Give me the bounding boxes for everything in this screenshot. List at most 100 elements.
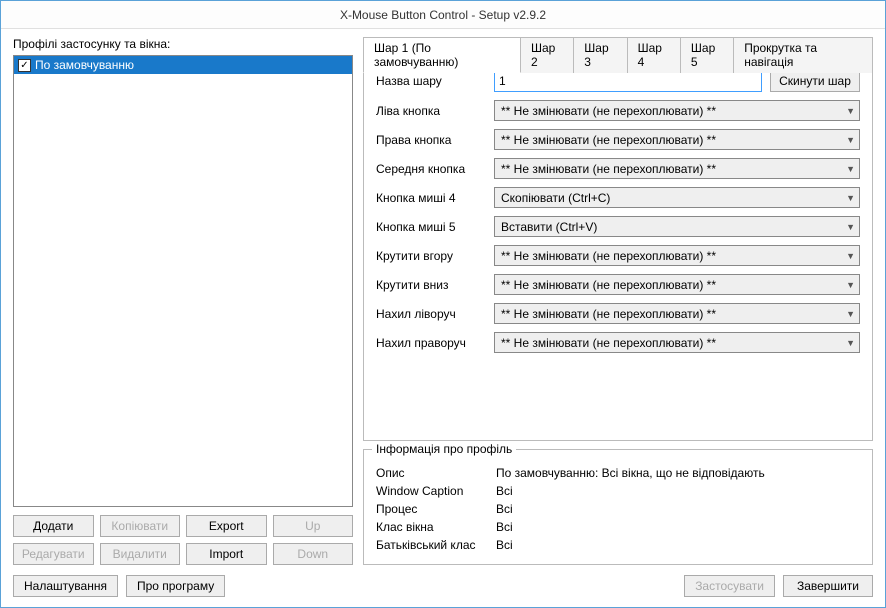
left-pane: Профілі застосунку та вікна: ✓ По замовч… (13, 37, 353, 565)
select-value: Вставити (Ctrl+V) (501, 220, 597, 234)
label-scroll-down: Крутити вниз (376, 278, 486, 292)
info-desc-label: Опис (376, 466, 496, 480)
select-tilt-left[interactable]: ** Не змінювати (не перехоплювати) ** ▼ (494, 303, 860, 324)
profile-name: По замовчуванню (35, 58, 134, 72)
profile-item-default[interactable]: ✓ По замовчуванню (14, 56, 352, 74)
info-process-value: Всі (496, 502, 513, 516)
close-button[interactable]: Завершити (783, 575, 873, 597)
add-button[interactable]: Додати (13, 515, 94, 537)
label-left-button: Ліва кнопка (376, 104, 486, 118)
down-button: Down (273, 543, 354, 565)
bottom-left-buttons: Налаштування Про програму (13, 575, 225, 597)
title-bar[interactable]: X-Mouse Button Control - Setup v2.9.2 (1, 1, 885, 29)
select-middle-button[interactable]: ** Не змінювати (не перехоплювати) ** ▼ (494, 158, 860, 179)
label-layer-name: Назва шару (376, 74, 486, 88)
label-middle-button: Середня кнопка (376, 162, 486, 176)
select-value: ** Не змінювати (не перехоплювати) ** (501, 278, 716, 292)
select-scroll-down[interactable]: ** Не змінювати (не перехоплювати) ** ▼ (494, 274, 860, 295)
select-scroll-up[interactable]: ** Не змінювати (не перехоплювати) ** ▼ (494, 245, 860, 266)
select-left-button[interactable]: ** Не змінювати (не перехоплювати) ** ▼ (494, 100, 860, 121)
bottom-bar: Налаштування Про програму Застосувати За… (13, 575, 873, 597)
chevron-down-icon: ▼ (846, 338, 855, 348)
up-button: Up (273, 515, 354, 537)
chevron-down-icon: ▼ (846, 222, 855, 232)
row-scroll-up: Крутити вгору ** Не змінювати (не перехо… (376, 245, 860, 266)
label-tilt-left: Нахил ліворуч (376, 307, 486, 321)
tab-layer3[interactable]: Шар 3 (573, 37, 627, 73)
apply-button: Застосувати (684, 575, 775, 597)
app-window: X-Mouse Button Control - Setup v2.9.2 Пр… (0, 0, 886, 608)
tab-strip: Шар 1 (По замовчуванню) Шар 2 Шар 3 Шар … (363, 37, 872, 73)
settings-button[interactable]: Налаштування (13, 575, 118, 597)
select-tilt-right[interactable]: ** Не змінювати (не перехоплювати) ** ▼ (494, 332, 860, 353)
main-area: Профілі застосунку та вікна: ✓ По замовч… (13, 37, 873, 565)
select-value: ** Не змінювати (не перехоплювати) ** (501, 249, 716, 263)
about-button[interactable]: Про програму (126, 575, 225, 597)
check-icon[interactable]: ✓ (18, 59, 31, 72)
chevron-down-icon: ▼ (846, 164, 855, 174)
info-desc-value: По замовчуванню: Всі вікна, що не відпов… (496, 466, 765, 480)
delete-button: Видалити (100, 543, 181, 565)
row-mouse4: Кнопка миші 4 Скопіювати (Ctrl+C) ▼ (376, 187, 860, 208)
select-mouse4[interactable]: Скопіювати (Ctrl+C) ▼ (494, 187, 860, 208)
profiles-label: Профілі застосунку та вікна: (13, 37, 353, 51)
copy-button: Копіювати (100, 515, 181, 537)
tab-scroll-nav[interactable]: Прокрутка та навігація (733, 37, 873, 73)
tab-layer1[interactable]: Шар 1 (По замовчуванню) (363, 37, 521, 73)
info-parent-value: Всі (496, 538, 513, 552)
info-title: Інформація про профіль (372, 442, 516, 456)
chevron-down-icon: ▼ (846, 309, 855, 319)
row-tilt-right: Нахил праворуч ** Не змінювати (не перех… (376, 332, 860, 353)
layer-panel: Шар 1 (По замовчуванню) Шар 2 Шар 3 Шар … (363, 37, 873, 441)
row-mouse5: Кнопка миші 5 Вставити (Ctrl+V) ▼ (376, 216, 860, 237)
chevron-down-icon: ▼ (846, 251, 855, 261)
row-left-button: Ліва кнопка ** Не змінювати (не перехопл… (376, 100, 860, 121)
edit-button: Редагувати (13, 543, 94, 565)
info-class-label: Клас вікна (376, 520, 496, 534)
select-value: ** Не змінювати (не перехоплювати) ** (501, 133, 716, 147)
row-right-button: Права кнопка ** Не змінювати (не перехоп… (376, 129, 860, 150)
label-mouse5: Кнопка миші 5 (376, 220, 486, 234)
export-button[interactable]: Export (186, 515, 267, 537)
reset-layer-button[interactable]: Скинути шар (770, 70, 860, 92)
label-right-button: Права кнопка (376, 133, 486, 147)
info-process-label: Процес (376, 502, 496, 516)
profile-list[interactable]: ✓ По замовчуванню (13, 55, 353, 507)
info-class-value: Всі (496, 520, 513, 534)
info-parent-label: Батьківський клас (376, 538, 496, 552)
right-pane: Шар 1 (По замовчуванню) Шар 2 Шар 3 Шар … (363, 37, 873, 565)
label-scroll-up: Крутити вгору (376, 249, 486, 263)
tab-layer5[interactable]: Шар 5 (680, 37, 734, 73)
profile-buttons: Додати Копіювати Export Up Редагувати Ви… (13, 515, 353, 565)
chevron-down-icon: ▼ (846, 135, 855, 145)
window-title: X-Mouse Button Control - Setup v2.9.2 (340, 8, 546, 22)
chevron-down-icon: ▼ (846, 106, 855, 116)
info-caption-value: Всі (496, 484, 513, 498)
tab-layer4[interactable]: Шар 4 (627, 37, 681, 73)
row-tilt-left: Нахил ліворуч ** Не змінювати (не перехо… (376, 303, 860, 324)
chevron-down-icon: ▼ (846, 280, 855, 290)
tab-layer2[interactable]: Шар 2 (520, 37, 574, 73)
info-row-process: Процес Всі (376, 502, 860, 516)
select-value: ** Не змінювати (не перехоплювати) ** (501, 104, 716, 118)
select-value: ** Не змінювати (не перехоплювати) ** (501, 307, 716, 321)
label-tilt-right: Нахил праворуч (376, 336, 486, 350)
select-right-button[interactable]: ** Не змінювати (не перехоплювати) ** ▼ (494, 129, 860, 150)
select-value: ** Не змінювати (не перехоплювати) ** (501, 336, 716, 350)
info-caption-label: Window Caption (376, 484, 496, 498)
info-row-class: Клас вікна Всі (376, 520, 860, 534)
row-scroll-down: Крутити вниз ** Не змінювати (не перехоп… (376, 274, 860, 295)
import-button[interactable]: Import (186, 543, 267, 565)
info-row-caption: Window Caption Всі (376, 484, 860, 498)
bottom-right-buttons: Застосувати Завершити (684, 575, 873, 597)
label-mouse4: Кнопка миші 4 (376, 191, 486, 205)
row-layer-name: Назва шару Скинути шар (376, 70, 860, 92)
chevron-down-icon: ▼ (846, 193, 855, 203)
info-row-parent: Батьківський клас Всі (376, 538, 860, 552)
content-area: Профілі застосунку та вікна: ✓ По замовч… (1, 29, 885, 607)
select-mouse5[interactable]: Вставити (Ctrl+V) ▼ (494, 216, 860, 237)
input-layer-name[interactable] (494, 71, 762, 92)
select-value: Скопіювати (Ctrl+C) (501, 191, 610, 205)
profile-info-panel: Інформація про профіль Опис По замовчува… (363, 449, 873, 565)
row-middle-button: Середня кнопка ** Не змінювати (не перех… (376, 158, 860, 179)
